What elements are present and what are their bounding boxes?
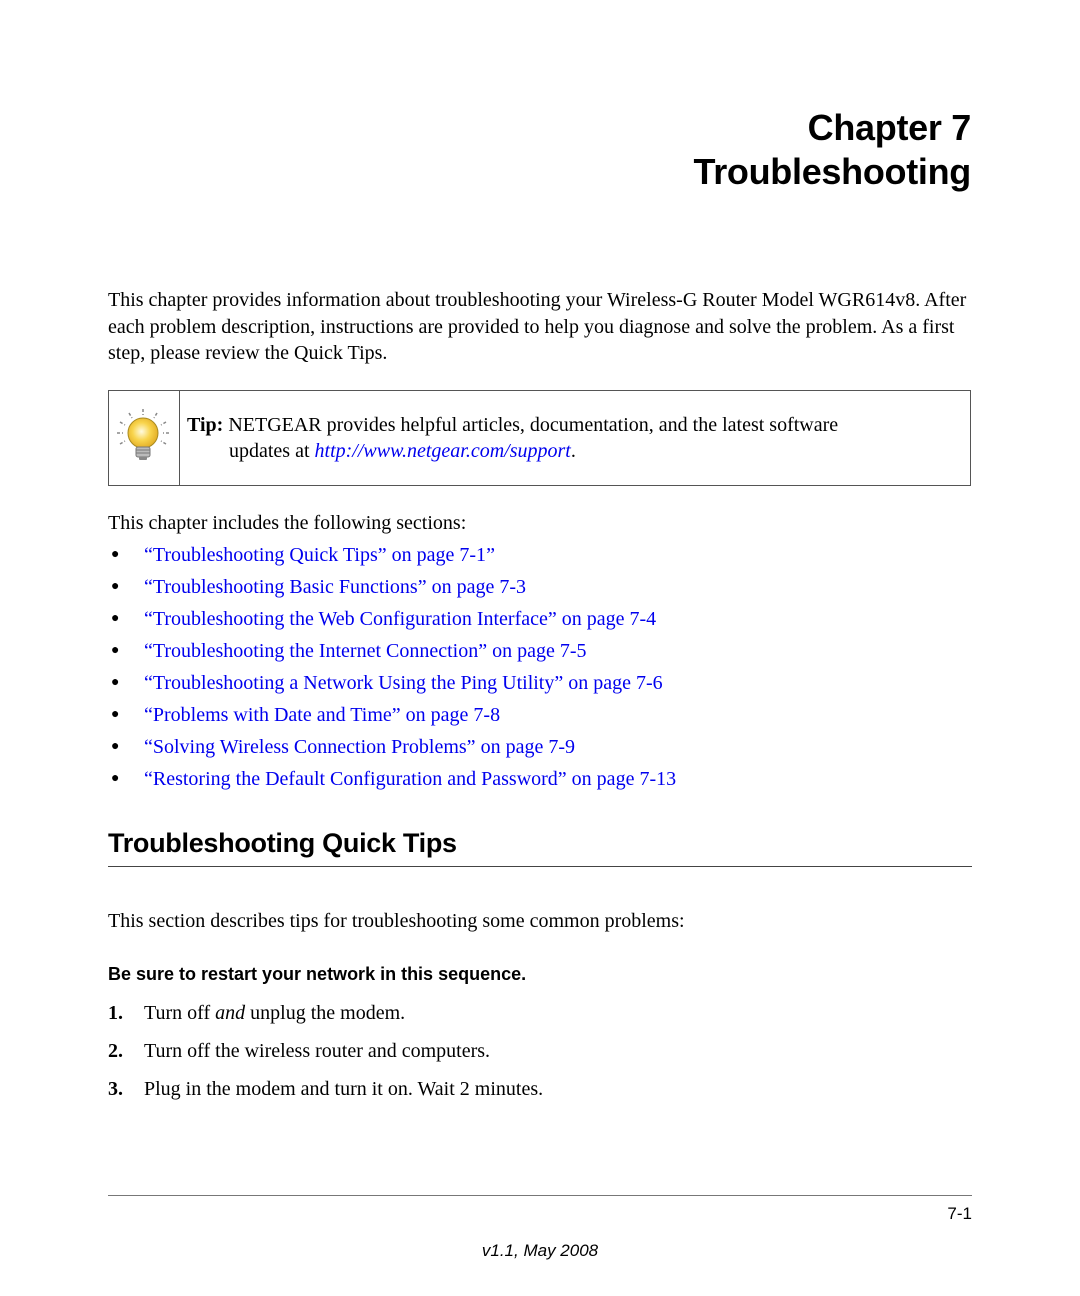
chapter-title: Troubleshooting — [693, 151, 972, 192]
toc-item[interactable]: ● “Troubleshooting a Network Using the Pi… — [108, 670, 676, 702]
tip-icon-cell — [109, 391, 180, 485]
toc-link[interactable]: “Problems with Date and Time” on page 7-… — [144, 704, 500, 726]
step-item: 2. Turn off the wireless router and compu… — [108, 1040, 491, 1062]
bullet-icon: ● — [111, 739, 120, 754]
toc-item[interactable]: ● “Troubleshooting Quick Tips” on page 7-… — [108, 542, 676, 574]
bullet-icon: ● — [111, 547, 120, 562]
step-item: 3. Plug in the modem and turn it on. Wait… — [108, 1078, 544, 1100]
toc-link[interactable]: “Troubleshooting the Internet Connection… — [144, 640, 587, 662]
toc-link[interactable]: “Troubleshooting the Web Configuration I… — [144, 608, 656, 630]
toc-link[interactable]: “Solving Wireless Connection Problems” o… — [144, 736, 575, 758]
toc-item[interactable]: ● “Troubleshooting the Web Configuration … — [108, 606, 676, 638]
steps-list: 1. Turn off and unplug the modem. 2. Turn … — [108, 1000, 543, 1114]
bullet-icon: ● — [111, 579, 120, 594]
section-list: ● “Troubleshooting Quick Tips” on page 7-… — [108, 542, 676, 798]
step-item: 1. Turn off and unplug the modem. — [108, 1002, 406, 1024]
footer-divider — [108, 1195, 972, 1196]
tip-body: NETGEAR provides helpful articles, docum… — [228, 414, 839, 436]
lightbulb-icon — [117, 409, 169, 460]
toc-item[interactable]: ● “Problems with Date and Time” on page 7… — [108, 702, 676, 734]
toc-link[interactable]: “Troubleshooting Basic Functions” on pag… — [144, 576, 526, 598]
section-heading: Troubleshooting Quick Tips — [108, 828, 457, 858]
version-label: v1.1, May 2008 — [481, 1241, 599, 1260]
chapter-heading: Chapter 7 Troubleshooting — [693, 106, 972, 194]
chapter-label: Chapter 7 — [807, 107, 972, 148]
intro-paragraph: This chapter provides information about … — [108, 289, 967, 364]
toc-link[interactable]: “Troubleshooting Quick Tips” on page 7-1… — [144, 544, 495, 566]
tip-body2-prefix: updates at — [229, 440, 315, 462]
toc-item[interactable]: ● “Restoring the Default Configuration an… — [108, 766, 676, 798]
tip-box: Tip: NETGEAR provides helpful articles, … — [108, 390, 971, 486]
tip-body2-suffix: . — [570, 440, 576, 462]
toc-item[interactable]: ● “Troubleshooting Basic Functions” on pa… — [108, 574, 676, 606]
bullet-icon: ● — [111, 707, 120, 722]
bullet-icon: ● — [111, 611, 120, 626]
subheading: Be sure to restart your network in this … — [108, 964, 527, 984]
toc-item[interactable]: ● “Troubleshooting the Internet Connectio… — [108, 638, 676, 670]
toc-link[interactable]: “Restoring the Default Configuration and… — [144, 768, 676, 790]
section-divider — [108, 866, 972, 867]
page-number: 7-1 — [947, 1204, 972, 1223]
bullet-icon: ● — [111, 643, 120, 658]
tip-text: Tip: NETGEAR provides helpful articles, … — [187, 412, 957, 464]
bullet-icon: ● — [111, 675, 120, 690]
toc-link[interactable]: “Troubleshooting a Network Using the Pin… — [144, 672, 663, 694]
tip-label: Tip: — [187, 414, 224, 436]
toc-item[interactable]: ● “Solving Wireless Connection Problems” … — [108, 734, 676, 766]
tip-line2: updates at http://www.netgear.com/suppor… — [187, 438, 957, 464]
section-description: This section describes tips for troubles… — [108, 910, 685, 932]
support-link[interactable]: http://www.netgear.com/support — [315, 440, 571, 462]
sections-intro: This chapter includes the following sect… — [108, 512, 467, 534]
bullet-icon: ● — [111, 771, 120, 786]
